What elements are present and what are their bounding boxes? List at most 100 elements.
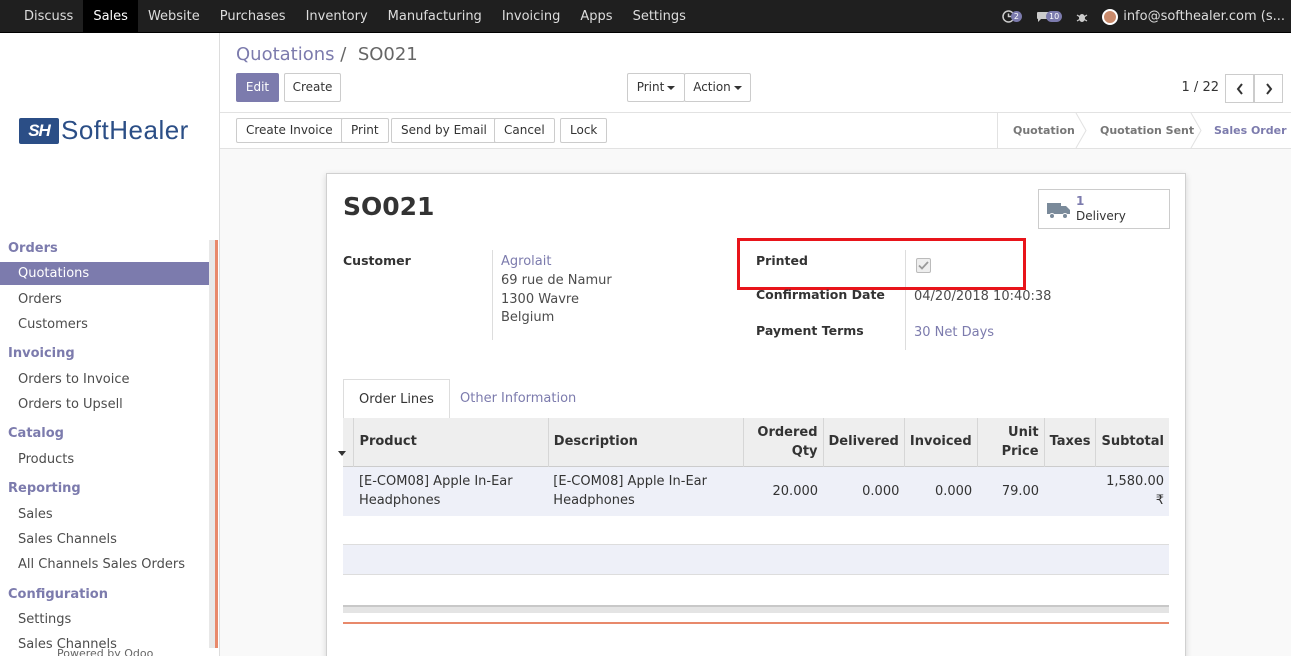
cancel-button[interactable]: Cancel bbox=[494, 118, 555, 143]
print-button[interactable]: Print bbox=[341, 118, 389, 143]
row-handle bbox=[343, 465, 354, 516]
action-dropdown[interactable]: Action bbox=[684, 73, 751, 102]
header-text: Qty bbox=[791, 443, 818, 459]
column-header-invoiced[interactable]: Invoiced bbox=[903, 418, 978, 466]
create-button[interactable]: Create bbox=[284, 73, 341, 102]
table-row[interactable]: [E-COM08] Apple In-Ear Headphones [E-COM0… bbox=[343, 465, 1169, 516]
column-header-ordered-qty[interactable]: Ordered Qty bbox=[742, 418, 824, 466]
column-header-subtotal[interactable]: Subtotal bbox=[1095, 418, 1169, 466]
menu-sales[interactable]: Sales bbox=[83, 0, 138, 33]
sidebar-item-quotations[interactable]: Quotations bbox=[0, 262, 209, 285]
messages-button[interactable]: 10 bbox=[1036, 11, 1063, 23]
cell-subtotal[interactable]: 1,580.00 ₹ bbox=[1095, 465, 1169, 516]
column-header-product[interactable]: Product bbox=[353, 418, 549, 466]
print-dropdown-label: Print bbox=[636, 80, 665, 94]
cell-product[interactable]: [E-COM08] Apple In-Ear Headphones bbox=[353, 465, 549, 516]
tab-other-information[interactable]: Other Information bbox=[445, 379, 591, 419]
payment-terms-label: Payment Terms bbox=[756, 323, 864, 338]
menu-apps[interactable]: Apps bbox=[570, 0, 622, 33]
menu-website[interactable]: Website bbox=[138, 0, 210, 33]
menu-purchases[interactable]: Purchases bbox=[210, 0, 296, 33]
menu-invoicing[interactable]: Invoicing bbox=[492, 0, 571, 33]
column-header-description[interactable]: Description bbox=[547, 418, 744, 466]
cell-delivered[interactable]: 0.000 bbox=[823, 465, 905, 516]
stage-divider bbox=[997, 113, 998, 148]
bug-icon bbox=[1076, 13, 1088, 22]
customer-address-line1: 69 rue de Namur bbox=[501, 273, 612, 288]
column-header-delivered[interactable]: Delivered bbox=[822, 418, 905, 466]
cell-unit-price[interactable]: 79.00 bbox=[977, 465, 1045, 516]
menu-discuss[interactable]: Discuss bbox=[14, 0, 83, 33]
edit-button[interactable]: Edit bbox=[236, 73, 279, 102]
sidebar-item-settings[interactable]: Settings bbox=[0, 608, 209, 631]
menu-inventory[interactable]: Inventory bbox=[296, 0, 378, 33]
pager-previous-button[interactable] bbox=[1225, 74, 1254, 103]
sidebar-item-sales[interactable]: Sales bbox=[0, 503, 209, 526]
handle-column-header bbox=[343, 418, 354, 466]
powered-by[interactable]: Powered by Odoo bbox=[57, 647, 153, 656]
menu-settings[interactable]: Settings bbox=[623, 0, 696, 33]
sidebar-item-products[interactable]: Products bbox=[0, 448, 209, 471]
logo-mark: SH bbox=[19, 117, 59, 144]
cell-taxes[interactable] bbox=[1044, 465, 1096, 516]
form-view: SO021 1 Delivery Customer Agrolait 69 ru… bbox=[220, 149, 1291, 656]
app-menu: Discuss Sales Website Purchases Inventor… bbox=[14, 0, 696, 33]
breadcrumb: Quotations / SO021 bbox=[236, 44, 418, 65]
sidebar-section-configuration: Configuration bbox=[8, 587, 108, 602]
customer-link[interactable]: Agrolait bbox=[501, 252, 551, 271]
cell-description[interactable]: [E-COM08] Apple In-Ear Headphones bbox=[548, 465, 744, 516]
caret-down-icon bbox=[733, 85, 742, 90]
company-logo: SH SoftHealer bbox=[19, 115, 189, 146]
sidebar-section-invoicing: Invoicing bbox=[8, 346, 75, 361]
cell-invoiced[interactable]: 0.000 bbox=[904, 465, 978, 516]
column-header-taxes[interactable]: Taxes bbox=[1043, 418, 1096, 466]
delivery-smart-button[interactable]: 1 Delivery bbox=[1038, 189, 1170, 229]
delivery-label: Delivery bbox=[1076, 209, 1126, 223]
lock-button[interactable]: Lock bbox=[560, 118, 608, 143]
user-email: info@softhealer.com (s... bbox=[1123, 9, 1285, 24]
breadcrumb-quotations[interactable]: Quotations bbox=[236, 44, 335, 65]
create-invoice-button[interactable]: Create Invoice bbox=[236, 118, 343, 143]
logo-text: SoftHealer bbox=[61, 115, 189, 145]
table-footer bbox=[343, 605, 1169, 613]
sidebar-item-orders-to-invoice[interactable]: Orders to Invoice bbox=[0, 368, 209, 391]
truck-icon bbox=[1047, 203, 1070, 219]
breadcrumb-current: SO021 bbox=[357, 44, 418, 65]
divider bbox=[343, 622, 1169, 624]
column-header-unit-price[interactable]: Unit Price bbox=[976, 418, 1045, 466]
sidebar-item-orders-to-upsell[interactable]: Orders to Upsell bbox=[0, 393, 209, 416]
print-dropdown[interactable]: Print bbox=[627, 73, 685, 102]
sidebar-scrollbar[interactable] bbox=[209, 240, 218, 648]
activity-count-badge: 2 bbox=[1010, 11, 1023, 22]
sidebar-item-orders[interactable]: Orders bbox=[0, 288, 209, 311]
user-menu[interactable]: info@softhealer.com (s... bbox=[1102, 8, 1285, 25]
messages-count-badge: 10 bbox=[1046, 11, 1063, 22]
sort-caret-icon bbox=[338, 451, 346, 456]
payment-terms-link[interactable]: 30 Net Days bbox=[914, 323, 994, 342]
menu-manufacturing[interactable]: Manufacturing bbox=[378, 0, 492, 33]
table-header-row: Product Description Ordered Qty Delivered… bbox=[343, 418, 1169, 466]
activity-button[interactable]: 2 bbox=[1002, 10, 1023, 23]
field-divider bbox=[492, 250, 493, 340]
cell-text: Headphones bbox=[358, 493, 441, 509]
chevron-left-icon bbox=[1236, 82, 1243, 95]
sidebar-item-all-channels-sales-orders[interactable]: All Channels Sales Orders bbox=[0, 553, 209, 576]
sidebar-item-sales-channels[interactable]: Sales Channels bbox=[0, 528, 209, 551]
pager-value[interactable]: 1 / 22 bbox=[1182, 80, 1219, 95]
stage-quotation-sent[interactable]: Quotation Sent bbox=[1100, 113, 1194, 148]
send-by-email-button[interactable]: Send by Email bbox=[391, 118, 497, 143]
cell-ordered-qty[interactable]: 20.000 bbox=[743, 465, 824, 516]
stage-sales-order[interactable]: Sales Order bbox=[1214, 113, 1287, 148]
debug-button[interactable] bbox=[1076, 11, 1088, 23]
caret-down-icon bbox=[667, 85, 676, 90]
sidebar-item-customers[interactable]: Customers bbox=[0, 313, 209, 336]
form-sheet: SO021 1 Delivery Customer Agrolait 69 ru… bbox=[326, 173, 1186, 656]
cell-text: [E-COM08] Apple In-Ear bbox=[358, 474, 513, 490]
stage-arrow-icon bbox=[1075, 113, 1087, 148]
tab-order-lines[interactable]: Order Lines bbox=[343, 379, 450, 419]
stage-quotation[interactable]: Quotation bbox=[1013, 113, 1075, 148]
sidebar-section-reporting: Reporting bbox=[8, 481, 81, 496]
confirmation-date-label: Confirmation Date bbox=[756, 287, 885, 302]
pager-next-button[interactable] bbox=[1254, 74, 1283, 103]
scrollbar-thumb[interactable] bbox=[215, 240, 218, 648]
